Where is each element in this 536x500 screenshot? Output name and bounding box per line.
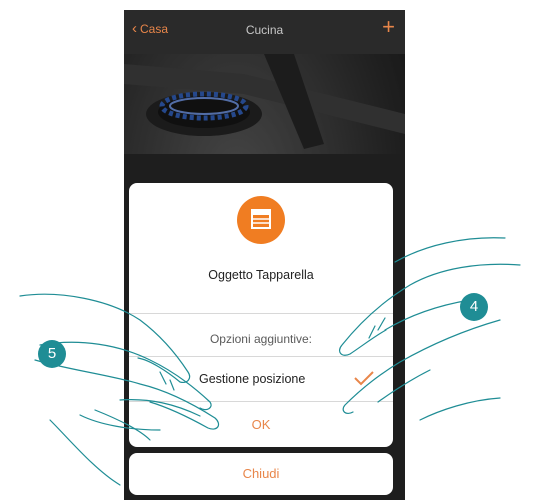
step-badge-5: 5	[38, 340, 66, 368]
hand-left-outline	[19, 293, 191, 383]
step-badge-4: 4	[460, 293, 488, 321]
tutorial-hands-overlay	[19, 237, 521, 486]
